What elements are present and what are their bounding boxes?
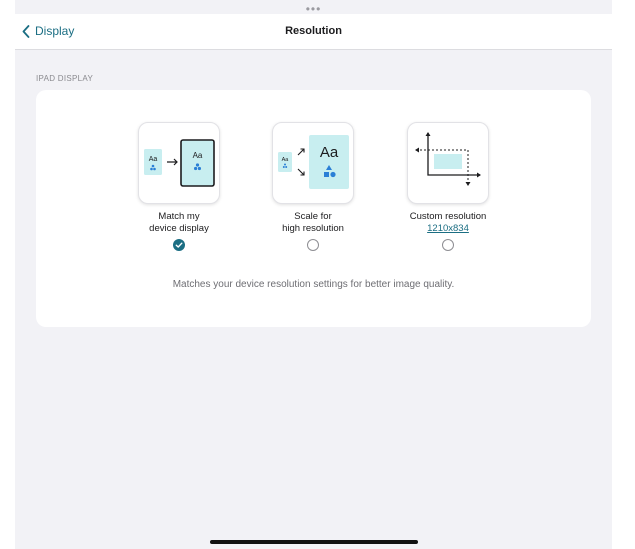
svg-text:Aa: Aa (193, 151, 203, 160)
match-device-display-icon: Aa Aa (138, 122, 220, 204)
section-header: IPAD DISPLAY (36, 74, 94, 83)
option-match-device-display-label: Match my device display (119, 211, 239, 235)
option-label-line2: high resolution (282, 223, 344, 234)
sheet-grabber[interactable]: ••• (15, 3, 612, 15)
radio-custom-resolution[interactable] (442, 239, 454, 251)
scale-high-resolution-icon: Aa Aa (272, 122, 354, 204)
option-label-line1: Scale for (294, 211, 332, 222)
option-label-line1: Match my (158, 211, 200, 222)
option-scale-high-resolution-label: Scale for high resolution (253, 211, 373, 235)
resolution-options-card: Aa Aa Match my device display Aa Aa Scal… (36, 90, 591, 327)
settings-sheet: ••• Display Resolution IPAD DISPLAY Aa A… (15, 0, 612, 549)
custom-resolution-icon (407, 122, 489, 204)
resolution-description: Matches your device resolution settings … (172, 279, 455, 290)
svg-text:Aa: Aa (320, 144, 339, 161)
checkmark-icon (175, 242, 183, 248)
option-label-line2: device display (149, 223, 209, 234)
option-custom-resolution-label: Custom resolution (388, 211, 508, 223)
option-label-line1: Custom resolution (409, 211, 487, 222)
navigation-bar: Display Resolution (15, 14, 612, 50)
home-indicator (210, 540, 418, 544)
custom-resolution-link[interactable]: 1210x834 (388, 223, 508, 235)
page-title: Resolution (285, 25, 342, 37)
option-scale-high-resolution[interactable]: Aa Aa Scale for high resolution (253, 122, 373, 251)
radio-match-device-display[interactable] (173, 239, 185, 251)
svg-text:Aa: Aa (149, 156, 158, 163)
option-match-device-display[interactable]: Aa Aa Match my device display (119, 122, 239, 251)
radio-scale-high-resolution[interactable] (307, 239, 319, 251)
svg-text:Aa: Aa (282, 157, 290, 163)
option-custom-resolution[interactable]: Custom resolution 1210x834 (388, 122, 508, 251)
